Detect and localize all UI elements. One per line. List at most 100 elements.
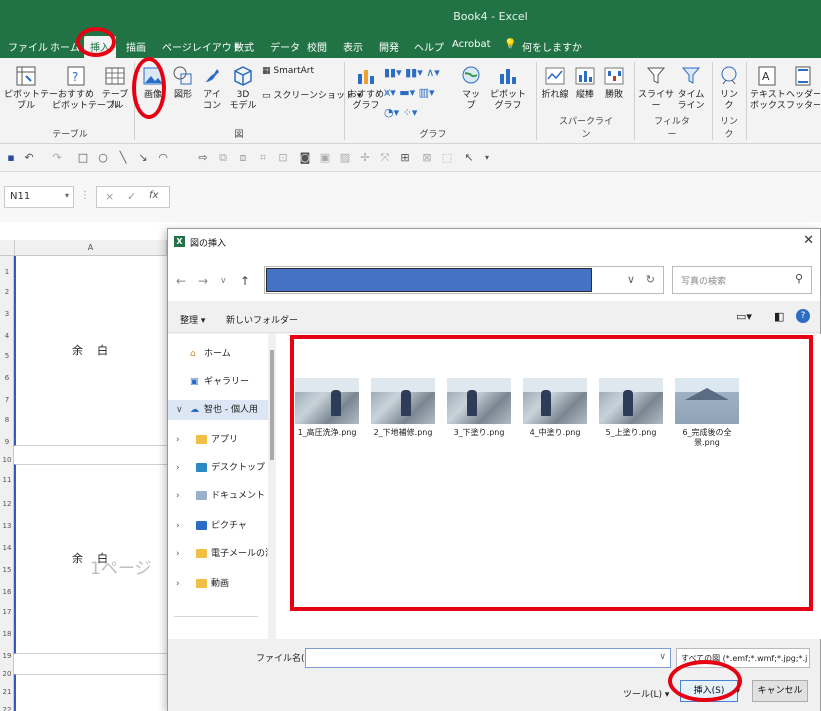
row-header[interactable]: 19: [0, 652, 14, 660]
3d-models-button[interactable]: 3D モデル: [228, 64, 258, 112]
slicer-button[interactable]: スライサー: [638, 64, 674, 112]
enter-icon[interactable]: ✓: [127, 190, 136, 203]
text-icon[interactable]: ⬚: [440, 151, 454, 165]
smartart-button[interactable]: ▦ SmartArt: [262, 66, 314, 76]
row-header[interactable]: 21: [0, 688, 14, 696]
crop-icon[interactable]: ⌗: [256, 151, 270, 165]
line-chart-icon[interactable]: ⩙▾ ▬▾ ▥▾: [384, 86, 435, 100]
pivot-table-button[interactable]: ピボットテー ブル: [4, 64, 58, 112]
redo-icon[interactable]: ↷: [50, 151, 64, 165]
row-header[interactable]: 8: [0, 416, 14, 424]
tab-data[interactable]: データ: [270, 39, 300, 54]
name-box[interactable]: N11 ▾: [4, 186, 74, 208]
row-header[interactable]: 20: [0, 670, 14, 678]
scrollbar-thumb[interactable]: [270, 350, 274, 460]
save-icon[interactable]: ▪: [4, 151, 18, 165]
row-header[interactable]: 17: [0, 608, 14, 616]
tab-formulas[interactable]: 数式: [234, 39, 254, 54]
address-bar[interactable]: ∨ ↻: [264, 266, 664, 294]
sparkline-line-button[interactable]: 折れ線: [540, 64, 570, 101]
nav-item-onedrive[interactable]: ∨ ☁ 智也 - 個人用: [168, 400, 268, 420]
row-header[interactable]: 6: [0, 374, 14, 382]
row-header[interactable]: 14: [0, 544, 14, 552]
tab-review[interactable]: 校閲: [307, 39, 327, 54]
back-icon[interactable]: ←: [176, 274, 186, 288]
tab-draw[interactable]: 描画: [126, 39, 146, 54]
pointer-icon[interactable]: ↖: [462, 151, 476, 165]
nav-item-pictures[interactable]: › ピクチャ: [168, 516, 268, 536]
sparkline-winloss-button[interactable]: 勝敗: [600, 64, 628, 101]
organize-menu[interactable]: 整理 ▾: [180, 313, 205, 326]
pie-chart-icon[interactable]: ◔▾ ⁘▾: [384, 106, 417, 119]
nav-item-documents[interactable]: › ドキュメント: [168, 486, 268, 506]
line-icon[interactable]: ╲: [116, 151, 130, 165]
link-button[interactable]: リン ク: [716, 64, 742, 112]
row-header[interactable]: 10: [0, 456, 14, 464]
arrow-line-icon[interactable]: ↘: [136, 151, 150, 165]
row-header[interactable]: 9: [0, 438, 14, 446]
recent-locations-icon[interactable]: ∨: [220, 276, 227, 286]
header-footer-button[interactable]: ヘッダーと フッター: [786, 64, 820, 112]
search-input[interactable]: 写真の検索 ⚲: [672, 266, 812, 294]
cancel-button[interactable]: キャンセル: [752, 680, 808, 702]
row-header[interactable]: 16: [0, 588, 14, 596]
map-button[interactable]: マップ: [458, 64, 484, 112]
cancel-icon[interactable]: ×: [105, 190, 114, 203]
align-icon[interactable]: ✢: [358, 151, 372, 165]
tab-view[interactable]: 表示: [343, 39, 363, 54]
row-header[interactable]: 1: [0, 268, 14, 276]
select-objects-icon[interactable]: ⊞: [398, 151, 412, 165]
image-tools-icon[interactable]: ▨: [338, 151, 352, 165]
row-header[interactable]: 15: [0, 566, 14, 574]
rotate-icon[interactable]: ⤧: [378, 151, 392, 165]
row-header[interactable]: 22: [0, 706, 14, 711]
nav-item-apps[interactable]: › アプリ: [168, 430, 268, 450]
recommended-pivot-button[interactable]: ? おすすめ ピボットテーブル: [52, 64, 123, 112]
help-icon[interactable]: ?: [796, 309, 810, 323]
nav-item-email-attachments[interactable]: ›電子メールの添付: [168, 544, 268, 564]
timeline-button[interactable]: タイム ライン: [676, 64, 706, 112]
view-options-icon[interactable]: ▭▾: [736, 310, 752, 323]
resize-icon[interactable]: ⊡: [276, 151, 290, 165]
row-header[interactable]: 18: [0, 630, 14, 638]
column-chart-icon[interactable]: ▮▮▾ ▮▮▾ ∧▾: [384, 66, 440, 79]
tab-help[interactable]: ヘルプ: [414, 39, 444, 54]
row-header[interactable]: 11: [0, 476, 14, 484]
freeform-icon[interactable]: ◠: [156, 151, 170, 165]
nav-item-videos[interactable]: › 動画: [168, 574, 268, 594]
screenshot-button[interactable]: ▭ スクリーンショット ▾: [262, 88, 361, 101]
rectangle-icon[interactable]: □: [76, 151, 90, 165]
undo-icon[interactable]: ↶: [22, 151, 36, 165]
preview-pane-icon[interactable]: ◧: [774, 310, 784, 323]
filename-input[interactable]: ∨: [305, 648, 671, 668]
shapes-button[interactable]: 図形: [170, 64, 196, 101]
nav-item-home[interactable]: ⌂ ホーム: [168, 344, 268, 364]
tab-file[interactable]: ファイル: [8, 39, 48, 54]
row-header[interactable]: 7: [0, 396, 14, 404]
tab-developer[interactable]: 開発: [379, 39, 399, 54]
group-icon[interactable]: ⧉: [216, 151, 230, 165]
chevron-down-icon[interactable]: ∨: [627, 273, 635, 286]
tab-acrobat[interactable]: Acrobat: [452, 39, 491, 50]
row-header[interactable]: 2: [0, 288, 14, 296]
tab-page-layout[interactable]: ページレイアウト: [162, 39, 242, 54]
row-header[interactable]: 3: [0, 310, 14, 318]
nav-item-desktop[interactable]: › デスクトップ: [168, 458, 268, 478]
ungroup-icon[interactable]: ⧈: [236, 151, 250, 165]
circle-icon[interactable]: ○: [96, 151, 110, 165]
customize-qat-icon[interactable]: ▾: [480, 151, 494, 165]
new-folder-button[interactable]: 新しいフォルダー: [226, 313, 298, 326]
textbox-button[interactable]: A テキスト ボックス: [750, 64, 786, 112]
icons-button[interactable]: アイ コン: [198, 64, 226, 112]
picture-icon[interactable]: ▣: [318, 151, 332, 165]
recommended-charts-button[interactable]: おすすめ グラフ: [348, 64, 384, 112]
sparkline-column-button[interactable]: 縦棒: [572, 64, 598, 101]
table-button[interactable]: テーブル: [100, 64, 130, 112]
row-header[interactable]: 13: [0, 522, 14, 530]
camera-icon[interactable]: ◙: [298, 151, 312, 165]
nav-item-gallery[interactable]: ▣ ギャラリー: [168, 372, 268, 392]
tell-me-search[interactable]: 何をしますか: [522, 39, 582, 54]
refresh-icon[interactable]: ↻: [646, 273, 655, 286]
block-arrow-icon[interactable]: ⇨: [196, 151, 210, 165]
row-header[interactable]: 5: [0, 352, 14, 360]
